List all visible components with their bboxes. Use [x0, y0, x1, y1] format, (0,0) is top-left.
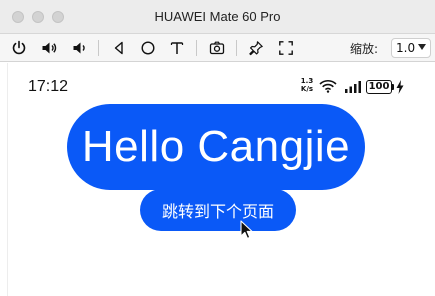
wifi-icon — [319, 80, 337, 93]
back-icon[interactable] — [110, 39, 128, 57]
side-panel-edge — [0, 63, 8, 296]
signal-icon — [345, 81, 361, 93]
camera-icon[interactable] — [208, 39, 226, 57]
fullscreen-icon[interactable] — [277, 39, 295, 57]
volume-down-icon[interactable] — [70, 39, 88, 57]
home-icon[interactable] — [139, 39, 157, 57]
battery-level: 100 — [366, 80, 392, 94]
toolbar-divider — [98, 40, 99, 56]
toolbar-divider — [236, 40, 237, 56]
volume-up-icon[interactable] — [40, 39, 58, 57]
window-title: HUAWEI Mate 60 Pro — [154, 9, 281, 24]
status-time: 17:12 — [28, 78, 69, 95]
battery-tip — [392, 84, 394, 90]
network-speed: 1.3 K/s — [300, 77, 314, 93]
device-screen: 17:12 1.3 K/s 100 Hello Cangjie 跳转到下个页面 — [8, 63, 435, 296]
network-speed-unit: K/s — [300, 85, 314, 93]
charging-icon — [396, 80, 404, 94]
network-speed-value: 1.3 — [300, 77, 314, 85]
text-icon[interactable] — [168, 39, 186, 57]
chevron-down-icon — [418, 44, 426, 50]
mouse-cursor-icon — [240, 220, 253, 239]
power-icon[interactable] — [10, 39, 28, 57]
toolbar-divider — [196, 40, 197, 56]
window-titlebar: HUAWEI Mate 60 Pro — [0, 0, 435, 34]
zoom-select[interactable]: 1.0 — [391, 38, 431, 58]
emulator-toolbar: 缩放: 1.0 — [0, 34, 435, 62]
zoom-value: 1.0 — [396, 41, 416, 55]
hello-banner: Hello Cangjie — [67, 104, 365, 190]
pin-icon[interactable] — [247, 39, 265, 57]
zoom-label: 缩放: — [350, 42, 379, 56]
next-page-button[interactable]: 跳转到下个页面 — [140, 189, 296, 231]
status-icons: 1.3 K/s 100 — [300, 77, 420, 97]
